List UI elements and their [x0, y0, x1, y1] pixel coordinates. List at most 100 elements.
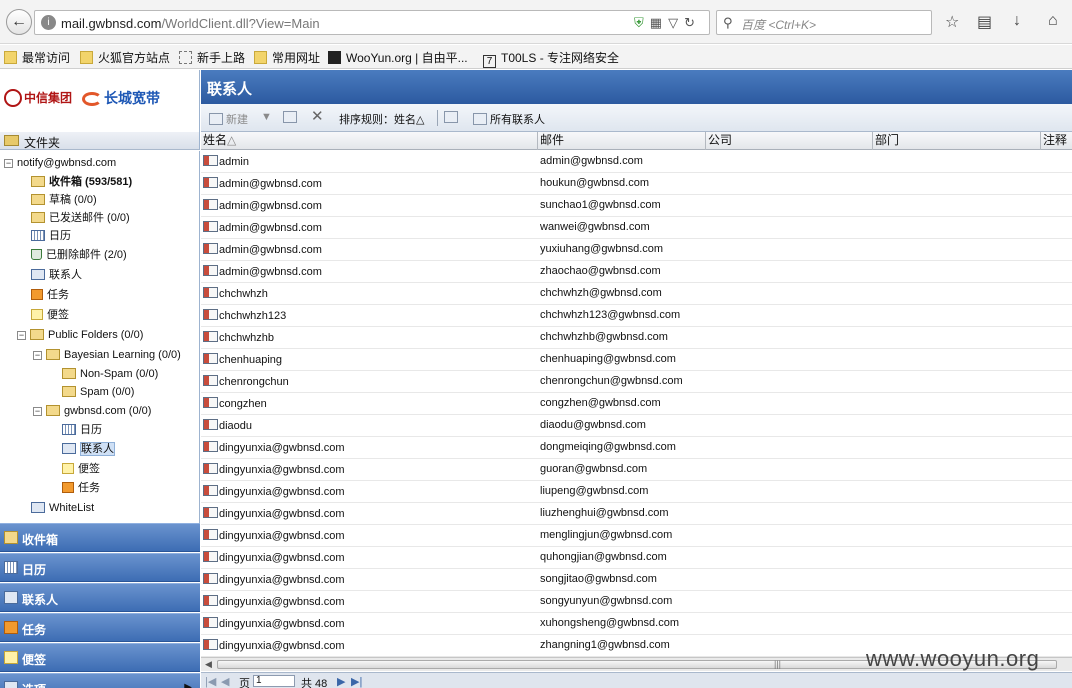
bookmark-wooyun[interactable]: WooYun.org | 自由平... [328, 49, 468, 66]
shield-icon[interactable]: ⛨ [634, 15, 650, 30]
tree-node-shared-notes[interactable]: 便签 [62, 460, 100, 478]
page-number-input[interactable]: 1 [253, 675, 295, 687]
column-header-name[interactable]: 姓名△ [201, 132, 538, 150]
tree-node-account[interactable]: − notify@gwbnsd.com [4, 154, 116, 172]
qr-icon[interactable]: ▦ [650, 15, 668, 30]
column-header-notes[interactable]: 注释 [1041, 132, 1072, 150]
tree-node-whitelist[interactable]: WhiteList [31, 499, 94, 517]
table-row[interactable]: admin@gwbnsd.com houkun@gwbnsd.com [201, 173, 1072, 195]
search-bar[interactable]: ⚲ 百度 <Ctrl+K> [716, 10, 932, 35]
tree-node-contacts[interactable]: 联系人 [31, 266, 82, 284]
nav-tasks[interactable]: 任务 [0, 613, 200, 642]
table-row[interactable]: chchwhzh chchwhzh@gwbnsd.com [201, 283, 1072, 305]
table-row[interactable]: chenrongchun chenrongchun@gwbnsd.com [201, 371, 1072, 393]
tree-node-calendar[interactable]: 日历 [31, 227, 71, 245]
scroll-left-icon[interactable]: ◀ [205, 659, 212, 670]
tree-node-public-folders[interactable]: − Public Folders (0/0) [17, 326, 143, 344]
column-header-email[interactable]: 邮件 [538, 132, 706, 150]
reload-icon[interactable]: ↻ [684, 15, 701, 30]
star-icon[interactable]: ☆ [945, 12, 959, 32]
table-row[interactable]: dingyunxia@gwbnsd.com songjitao@gwbnsd.co… [201, 569, 1072, 591]
last-page-icon[interactable]: ▶| [351, 675, 362, 688]
collapse-toggle-icon[interactable]: − [4, 159, 13, 168]
table-row[interactable]: admin@gwbnsd.com zhaochao@gwbnsd.com [201, 261, 1072, 283]
table-row[interactable]: admin@gwbnsd.com sunchao1@gwbnsd.com [201, 195, 1072, 217]
search-input[interactable]: 百度 <Ctrl+K> [741, 16, 816, 33]
bookmark-getting-started[interactable]: 新手上路 [179, 49, 245, 66]
table-row[interactable]: chchwhzhb chchwhzhb@gwbnsd.com [201, 327, 1072, 349]
find-icon[interactable] [444, 111, 461, 124]
tree-node-deleted[interactable]: 已删除邮件 (2/0) [31, 246, 127, 264]
collapse-toggle-icon[interactable]: − [33, 407, 42, 416]
tree-node-gwbnsd[interactable]: − gwbnsd.com (0/0) [33, 402, 151, 420]
table-row[interactable]: dingyunxia@gwbnsd.com liuzhenghui@gwbnsd.… [201, 503, 1072, 525]
new-button[interactable]: 新建 [209, 111, 248, 127]
prev-page-icon[interactable]: ◀ [221, 675, 229, 688]
new-dropdown-icon[interactable]: ▼ [261, 111, 272, 123]
download-icon[interactable]: ↓ [1013, 12, 1021, 30]
nav-options[interactable]: 选项 ▶ [0, 673, 200, 688]
url-bar[interactable]: i mail.gwbnsd.com/WorldClient.dll?View=M… [34, 10, 710, 35]
citic-logo-text: 中信集团 [24, 91, 73, 105]
tree-node-shared-calendar[interactable]: 日历 [62, 421, 102, 439]
sort-rule[interactable]: 排序规则：姓名△ [339, 111, 424, 127]
table-row[interactable]: admin admin@gwbnsd.com [201, 151, 1072, 173]
contact-email-cell: chchwhzhb@gwbnsd.com [540, 331, 668, 343]
next-page-icon[interactable]: ▶ [337, 675, 345, 688]
delete-icon[interactable]: ✕ [311, 107, 324, 125]
contact-name-cell: admin@gwbnsd.com [203, 177, 322, 190]
tree-node-spam[interactable]: Spam (0/0) [62, 383, 134, 401]
calendar-icon [4, 561, 18, 574]
tree-node-non-spam[interactable]: Non-Spam (0/0) [62, 365, 158, 383]
table-row[interactable]: chenhuaping chenhuaping@gwbnsd.com [201, 349, 1072, 371]
back-arrow-icon[interactable]: ← [6, 9, 32, 35]
table-row[interactable]: dingyunxia@gwbnsd.com liupeng@gwbnsd.com [201, 481, 1072, 503]
trash-icon [31, 249, 42, 260]
contact-name-cell: chenhuaping [203, 353, 282, 366]
table-row[interactable]: chchwhzh123 chchwhzh123@gwbnsd.com [201, 305, 1072, 327]
bookmark-most-visited[interactable]: 最常访问 [4, 49, 70, 66]
page-prefix: 页 [239, 678, 250, 688]
dropdown-icon[interactable]: ▽ [668, 15, 684, 30]
contacts-icon [62, 443, 76, 454]
tree-node-notes[interactable]: 便签 [31, 306, 69, 324]
table-row[interactable]: dingyunxia@gwbnsd.com guoran@gwbnsd.com [201, 459, 1072, 481]
reading-list-icon[interactable]: ▤ [977, 12, 992, 32]
table-row[interactable]: dingyunxia@gwbnsd.com quhongjian@gwbnsd.c… [201, 547, 1072, 569]
tree-node-drafts[interactable]: 草稿 (0/0) [31, 191, 97, 209]
table-row[interactable]: dingyunxia@gwbnsd.com xuhongsheng@gwbnsd.… [201, 613, 1072, 635]
tree-node-sent[interactable]: 已发送邮件 (0/0) [31, 209, 130, 227]
nav-inbox[interactable]: 收件箱 [0, 523, 200, 552]
home-icon[interactable]: ⌂ [1048, 12, 1058, 30]
table-row[interactable]: admin@gwbnsd.com wanwei@gwbnsd.com [201, 217, 1072, 239]
nav-contacts[interactable]: 联系人 [0, 583, 200, 612]
bookmark-common-sites[interactable]: 常用网址 [254, 49, 320, 66]
collapse-toggle-icon[interactable]: − [33, 351, 42, 360]
copy-icon[interactable] [283, 111, 300, 124]
table-row[interactable]: dingyunxia@gwbnsd.com songyunyun@gwbnsd.c… [201, 591, 1072, 613]
search-icon: ⚲ [723, 15, 733, 30]
table-row[interactable]: admin@gwbnsd.com yuxiuhang@gwbnsd.com [201, 239, 1072, 261]
table-row[interactable]: diaodu diaodu@gwbnsd.com [201, 415, 1072, 437]
table-row[interactable]: dingyunxia@gwbnsd.com menglingjun@gwbnsd.… [201, 525, 1072, 547]
contact-card-icon [203, 617, 218, 628]
all-contacts-button[interactable]: 所有联系人 [473, 111, 545, 127]
bookmark-t00ls[interactable]: 7 T00LS - 专注网络安全 [483, 49, 619, 68]
column-header-company[interactable]: 公司 [706, 132, 873, 150]
collapse-toggle-icon[interactable]: − [17, 331, 26, 340]
first-page-icon[interactable]: |◀ [205, 675, 216, 688]
table-row[interactable]: congzhen congzhen@gwbnsd.com [201, 393, 1072, 415]
tree-node-shared-contacts[interactable]: 联系人 [62, 440, 115, 458]
table-row[interactable]: dingyunxia@gwbnsd.com dongmeiqing@gwbnsd.… [201, 437, 1072, 459]
bookmark-firefox-site[interactable]: 火狐官方站点 [80, 49, 170, 66]
nav-calendar[interactable]: 日历 [0, 553, 200, 582]
nav-notes[interactable]: 便签 [0, 643, 200, 672]
tree-node-label: Spam (0/0) [80, 386, 135, 398]
toolbar: 新建 ▼ ✕ 排序规则：姓名△ 所有联系人 [201, 104, 1072, 132]
tree-node-tasks[interactable]: 任务 [31, 286, 69, 304]
tree-node-inbox[interactable]: 收件箱 (593/581) [31, 173, 132, 191]
column-header-department[interactable]: 部门 [873, 132, 1041, 150]
tree-node-shared-tasks[interactable]: 任务 [62, 479, 100, 497]
notes-icon [62, 463, 74, 474]
tree-node-bayesian[interactable]: − Bayesian Learning (0/0) [33, 346, 181, 364]
